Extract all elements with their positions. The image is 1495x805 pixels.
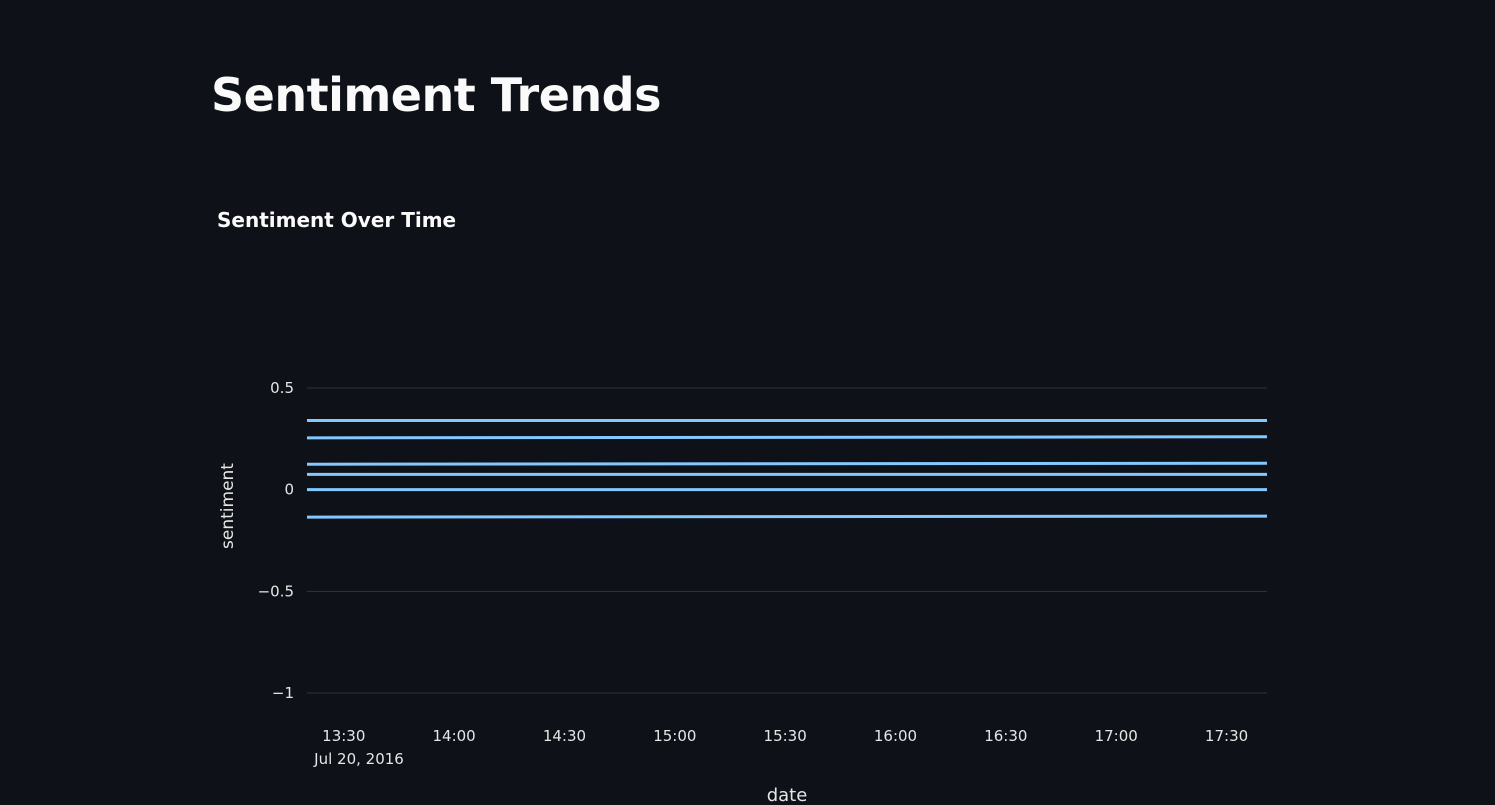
x-tick-label: 13:30 [322, 727, 365, 745]
y-tick-label: −0.5 [258, 582, 294, 600]
sentiment-line-chart[interactable]: 0.5 0 −0.5 −1 13:30 14:00 14:30 15:00 15:30 16:0… [0, 0, 1495, 805]
x-axis-ticks: 13:30 14:00 14:30 15:00 15:30 16:00 16:30 17:00… [322, 727, 1248, 745]
series-line[interactable] [306, 435, 1268, 440]
x-tick-label: 17:00 [1095, 727, 1138, 745]
y-axis-ticks: 0.5 0 −0.5 −1 [258, 379, 294, 702]
x-tick-label: 16:30 [984, 727, 1027, 745]
y-tick-label: −1 [272, 684, 294, 702]
x-tick-label: 16:00 [874, 727, 917, 745]
series-lines[interactable] [306, 419, 1268, 519]
series-line[interactable] [306, 461, 1268, 466]
page: Sentiment Trends Sentiment Over Time 0.5… [0, 0, 1495, 805]
y-axis-label: sentiment [218, 463, 238, 549]
x-tick-label: 14:00 [433, 727, 476, 745]
x-tick-label: 14:30 [543, 727, 586, 745]
x-axis-date-label: Jul 20, 2016 [313, 750, 404, 768]
series-line[interactable] [306, 514, 1268, 519]
x-tick-label: 17:30 [1205, 727, 1248, 745]
x-tick-label: 15:30 [764, 727, 807, 745]
x-axis-label: date [767, 785, 808, 805]
x-tick-label: 15:00 [653, 727, 696, 745]
y-tick-label: 0.5 [270, 379, 294, 397]
grid-lines [307, 387, 1267, 694]
y-tick-label: 0 [284, 481, 294, 499]
